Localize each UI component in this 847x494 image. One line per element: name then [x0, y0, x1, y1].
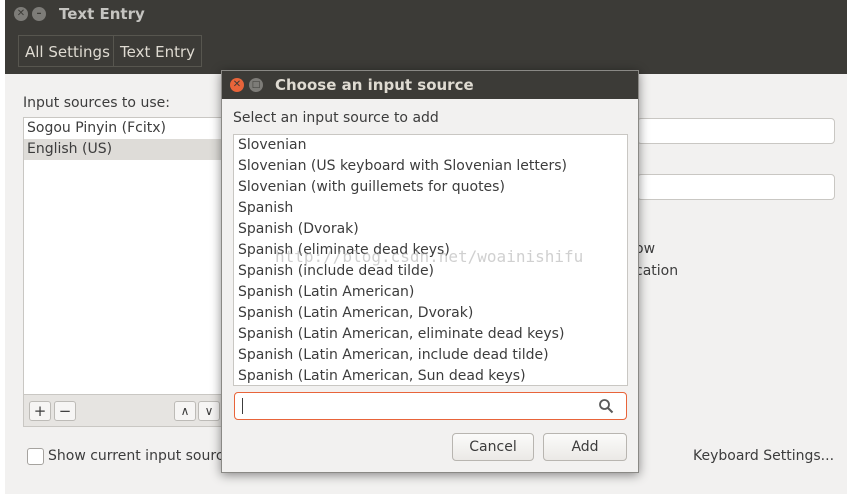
list-item[interactable]: Spanish (Latin American, Sun dead keys): [234, 366, 627, 385]
add-source-button[interactable]: +: [29, 401, 51, 421]
list-item[interactable]: Spanish (eliminate dead keys): [234, 240, 627, 261]
breadcrumb-text-entry[interactable]: Text Entry: [113, 35, 203, 67]
close-window-button[interactable]: ✕: [14, 7, 28, 21]
dialog-maximize-button[interactable]: □: [249, 78, 263, 92]
list-item[interactable]: Slovenian (with guillemets for quotes): [234, 177, 627, 198]
option-label-partial-2: cation: [635, 263, 679, 279]
breadcrumb-all-settings[interactable]: All Settings: [18, 35, 117, 67]
cancel-button[interactable]: Cancel: [452, 433, 534, 461]
list-item[interactable]: Spanish (include dead tilde): [234, 261, 627, 282]
list-item[interactable]: Spanish (Latin American, Dvorak): [234, 303, 627, 324]
input-sources-label: Input sources to use:: [23, 95, 170, 111]
source-item[interactable]: Sogou Pinyin (Fcitx): [24, 118, 222, 139]
minimize-window-button[interactable]: –: [32, 7, 46, 21]
list-item[interactable]: Spanish (Latin American): [234, 282, 627, 303]
list-item[interactable]: Spanish (Latin American, eliminate dead …: [234, 324, 627, 345]
keyboard-settings-link[interactable]: Keyboard Settings...: [693, 448, 834, 464]
shortcut-field-2[interactable]: [637, 174, 835, 200]
show-current-source-checkbox[interactable]: [27, 448, 44, 465]
list-item[interactable]: Spanish: [234, 198, 627, 219]
shortcut-field-1[interactable]: [637, 118, 835, 144]
window-title: Text Entry: [59, 5, 145, 23]
list-item[interactable]: Slovenian: [234, 135, 627, 156]
dialog-title-bar: ✕ □ Choose an input source: [222, 71, 638, 99]
choose-input-source-dialog: ✕ □ Choose an input source Select an inp…: [221, 70, 639, 473]
add-button[interactable]: Add: [543, 433, 627, 461]
source-item-selected[interactable]: English (US): [24, 139, 222, 160]
input-sources-list: Sogou Pinyin (Fcitx) English (US): [23, 117, 223, 395]
list-item[interactable]: Slovenian (US keyboard with Slovenian le…: [234, 156, 627, 177]
show-current-source-label: Show current input source: [48, 448, 233, 464]
source-list-toolbar: + − ∧ ∨: [23, 395, 223, 427]
dialog-prompt: Select an input source to add: [233, 110, 439, 126]
search-input[interactable]: [234, 392, 627, 420]
move-up-button[interactable]: ∧: [174, 401, 196, 421]
text-caret: [242, 398, 243, 414]
dialog-title: Choose an input source: [275, 76, 474, 94]
input-source-options-list: Slovenian Slovenian (US keyboard with Sl…: [233, 134, 628, 386]
remove-source-button[interactable]: −: [54, 401, 76, 421]
toolbar: All Settings Text Entry: [5, 28, 847, 74]
title-bar: ✕ – Text Entry: [5, 0, 847, 28]
list-item[interactable]: Spanish (Latin American, include dead ti…: [234, 345, 627, 366]
dialog-close-button[interactable]: ✕: [230, 78, 244, 92]
list-item[interactable]: Spanish (Dvorak): [234, 219, 627, 240]
move-down-button[interactable]: ∨: [198, 401, 220, 421]
search-icon: [599, 399, 614, 414]
